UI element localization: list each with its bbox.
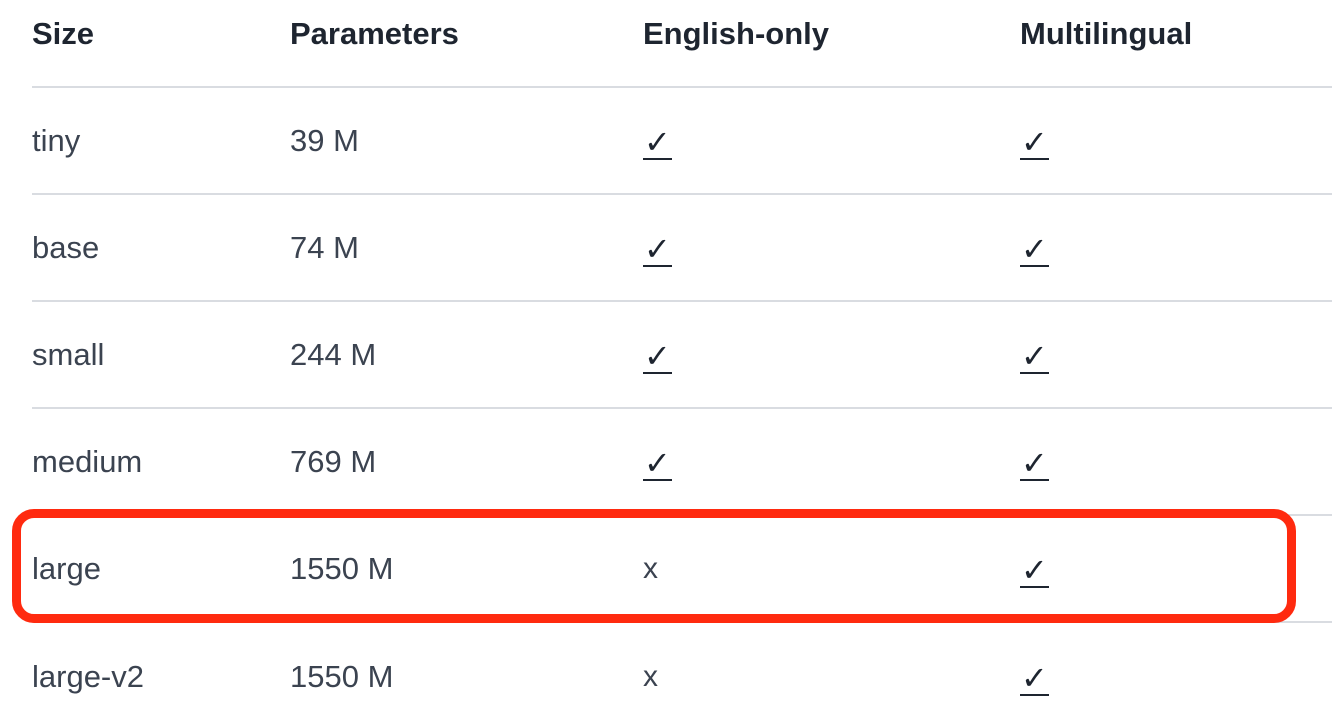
size-cell: base (32, 229, 100, 265)
size-cell: large-v2 (32, 658, 144, 694)
header-multilingual: Multilingual (1020, 16, 1193, 51)
multilingual-cell: ✓ (1020, 195, 1049, 300)
size-cell: large (32, 550, 101, 586)
check-icon: ✓ (1020, 659, 1049, 696)
english-only-cell: x (643, 516, 658, 621)
table-row: tiny 39 M ✓ ✓ (32, 88, 1332, 195)
multilingual-cell: ✓ (1020, 302, 1049, 407)
table-row: small 244 M ✓ ✓ (32, 302, 1332, 409)
multilingual-cell: ✓ (1020, 88, 1049, 193)
parameters-cell: 1550 M (290, 658, 394, 694)
check-icon: ✓ (1020, 230, 1049, 267)
parameters-cell: 39 M (290, 122, 359, 158)
parameters-cell: 244 M (290, 336, 377, 372)
x-mark: x (643, 659, 658, 693)
table-row: base 74 M ✓ ✓ (32, 195, 1332, 302)
english-only-cell: ✓ (643, 88, 672, 193)
english-only-cell: ✓ (643, 409, 672, 514)
header-size: Size (32, 16, 95, 51)
table-row-highlighted: large 1550 M x ✓ (32, 516, 1332, 623)
x-mark: x (643, 551, 658, 585)
check-icon: ✓ (1020, 551, 1049, 588)
header-parameters: Parameters (290, 16, 459, 51)
size-cell: tiny (32, 122, 81, 158)
table-row: medium 769 M ✓ ✓ (32, 409, 1332, 516)
check-icon: ✓ (643, 123, 672, 160)
size-cell: small (32, 336, 105, 372)
check-icon: ✓ (1020, 123, 1049, 160)
size-cell: medium (32, 443, 143, 479)
parameters-cell: 74 M (290, 229, 359, 265)
check-icon: ✓ (1020, 444, 1049, 481)
english-only-cell: ✓ (643, 302, 672, 407)
header-english-only: English-only (643, 16, 829, 51)
parameters-cell: 769 M (290, 443, 377, 479)
model-size-table: Size Parameters English-only Multilingua… (32, 0, 1332, 702)
multilingual-cell: ✓ (1020, 623, 1049, 702)
table-header-row: Size Parameters English-only Multilingua… (32, 0, 1332, 88)
check-icon: ✓ (1020, 337, 1049, 374)
parameters-cell: 1550 M (290, 550, 394, 586)
english-only-cell: x (643, 623, 658, 702)
check-icon: ✓ (643, 444, 672, 481)
check-icon: ✓ (643, 337, 672, 374)
check-icon: ✓ (643, 230, 672, 267)
multilingual-cell: ✓ (1020, 409, 1049, 514)
table-row: large-v2 1550 M x ✓ (32, 623, 1332, 702)
english-only-cell: ✓ (643, 195, 672, 300)
multilingual-cell: ✓ (1020, 516, 1049, 621)
